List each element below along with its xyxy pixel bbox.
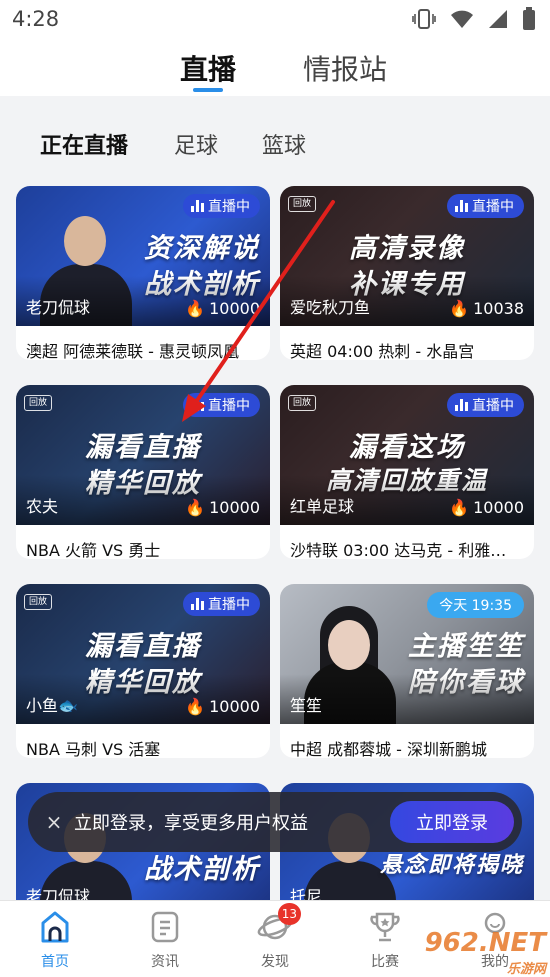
live-card[interactable]: 主播笙笙 陪你看球 今天 19:35 笙笙 中超 成都蓉城 - 深圳新鹏城 — [280, 584, 534, 758]
thumbnail-headline: 漏看直播 — [85, 432, 201, 463]
replay-tag: 回放 — [24, 395, 53, 411]
watermark-logo: 962.NET 乐游网 — [424, 928, 546, 977]
tab-live[interactable]: 直播 — [180, 48, 236, 88]
live-badge: 直播中 — [447, 393, 524, 417]
category-tabs: 正在直播 足球 篮球 — [0, 122, 550, 166]
thumbnail-headline: 高清录像 — [349, 233, 465, 264]
live-thumbnail: 漏看这场 高清回放重温 回放 直播中 红单足球 🔥10000 — [280, 385, 534, 525]
anchor-name: 红单足球 — [290, 497, 355, 516]
flame-icon: 🔥 — [449, 299, 470, 318]
signal-icon — [488, 9, 508, 29]
login-prompt-text: 立即登录，享受更多用户权益 — [74, 813, 308, 834]
category-tab-live-now[interactable]: 正在直播 — [40, 128, 128, 160]
live-list: 正在直播 足球 篮球 资深解说 战术剖析 直播中 老刀侃球 🔥10000 澳超 … — [0, 96, 550, 900]
vibrate-icon — [412, 8, 436, 30]
live-card[interactable]: 高清录像 补课专用 回放 直播中 爱吃秋刀鱼 🔥10038 英超 04:00 热… — [280, 186, 534, 360]
match-title: 英超 04:00 热刺 - 水晶宫 — [290, 342, 475, 360]
live-bars-icon — [455, 399, 468, 411]
flame-icon: 🔥 — [449, 498, 470, 517]
anchor-name: 爱吃秋刀鱼 — [290, 298, 371, 317]
anchor-name: 小鱼🐟 — [26, 696, 78, 715]
tab-intel-station[interactable]: 情报站 — [303, 48, 387, 88]
flame-icon: 🔥 — [185, 299, 206, 318]
view-count: 🔥 10000 — [185, 299, 260, 318]
match-title: 澳超 阿德莱德联 - 惠灵顿凤凰 — [26, 342, 240, 360]
view-count: 🔥 10000 — [449, 498, 524, 517]
replay-tag: 回放 — [288, 395, 317, 411]
nav-label: 资讯 — [151, 954, 179, 970]
live-badge: 直播中 — [183, 194, 260, 218]
match-title: 沙特联 03:00 达马克 - 利雅… — [290, 541, 507, 559]
home-icon — [37, 909, 73, 945]
anchor-name: 笙笙 — [290, 696, 323, 715]
category-tab-basketball[interactable]: 篮球 — [262, 128, 306, 160]
replay-tag: 回放 — [288, 196, 317, 212]
thumbnail-subheadline: 战术剖析 — [144, 854, 260, 885]
flame-icon: 🔥 — [185, 498, 206, 517]
top-tab-bar: 直播 情报站 — [0, 38, 550, 96]
close-icon[interactable]: × — [34, 810, 74, 834]
status-time: 4:28 — [12, 7, 60, 31]
live-card[interactable]: 资深解说 战术剖析 直播中 老刀侃球 🔥10000 澳超 阿德莱德联 - 惠灵顿… — [16, 186, 270, 360]
anchor-name: 老刀侃球 — [26, 887, 91, 900]
live-thumbnail: 漏看直播 精华回放 回放 直播中 小鱼🐟 🔥10000 — [16, 584, 270, 724]
live-thumbnail: 高清录像 补课专用 回放 直播中 爱吃秋刀鱼 🔥10038 — [280, 186, 534, 326]
thumbnail-headline: 漏看直播 — [85, 631, 201, 662]
match-title: 中超 成都蓉城 - 深圳新鹏城 — [290, 740, 488, 758]
nav-label: 发现 — [261, 954, 289, 970]
nav-label: 首页 — [41, 954, 69, 970]
live-card[interactable]: 漏看直播 精华回放 回放 直播中 农夫 🔥10000 NBA 火箭 VS 勇士 — [16, 385, 270, 559]
live-thumbnail: 主播笙笙 陪你看球 今天 19:35 笙笙 — [280, 584, 534, 724]
thumbnail-headline: 漏看这场 — [349, 432, 465, 463]
schedule-badge: 今天 19:35 — [427, 592, 524, 618]
trophy-icon — [367, 909, 403, 945]
live-card[interactable]: 漏看直播 精华回放 回放 直播中 小鱼🐟 🔥10000 NBA 马刺 VS 活塞 — [16, 584, 270, 758]
view-count: 🔥 10000 — [185, 498, 260, 517]
view-count: 🔥 10000 — [185, 697, 260, 716]
battery-icon — [522, 7, 536, 31]
nav-item-home[interactable]: 首页 — [15, 909, 95, 973]
nav-label: 比赛 — [371, 954, 399, 970]
nav-item-discover[interactable]: 13 发现 — [235, 903, 315, 973]
live-badge: 直播中 — [447, 194, 524, 218]
live-bars-icon — [191, 598, 204, 610]
category-tab-football[interactable]: 足球 — [174, 128, 218, 160]
login-prompt-banner: × 立即登录，享受更多用户权益 立即登录 — [28, 792, 522, 852]
replay-tag: 回放 — [24, 594, 53, 610]
active-tab-indicator — [193, 88, 223, 92]
live-thumbnail: 资深解说 战术剖析 直播中 老刀侃球 🔥10000 — [16, 186, 270, 326]
nav-item-news[interactable]: 资讯 — [125, 909, 205, 973]
live-badge: 直播中 — [183, 592, 260, 616]
news-icon — [147, 909, 183, 945]
status-bar: 4:28 — [0, 0, 550, 38]
live-bars-icon — [455, 200, 468, 212]
thumbnail-headline: 资深解说 — [144, 233, 260, 264]
view-count: 🔥 10038 — [449, 299, 524, 318]
nav-item-matches[interactable]: 比赛 — [345, 909, 425, 973]
login-button[interactable]: 立即登录 — [390, 801, 514, 843]
live-bars-icon — [191, 399, 204, 411]
wifi-icon — [450, 9, 474, 29]
match-title: NBA 火箭 VS 勇士 — [26, 541, 161, 559]
anchor-name: 农夫 — [26, 497, 59, 516]
live-card[interactable]: 漏看这场 高清回放重温 回放 直播中 红单足球 🔥10000 沙特联 03:00… — [280, 385, 534, 559]
thumbnail-headline: 主播笙笙 — [408, 631, 524, 662]
flame-icon: 🔥 — [185, 697, 206, 716]
anchor-name: 托尼 — [290, 887, 323, 900]
live-bars-icon — [191, 200, 204, 212]
live-badge: 直播中 — [183, 393, 260, 417]
match-title: NBA 马刺 VS 活塞 — [26, 740, 161, 758]
discover-planet-icon: 13 — [257, 903, 301, 945]
notification-badge: 13 — [277, 903, 301, 925]
anchor-name: 老刀侃球 — [26, 298, 91, 317]
live-thumbnail: 漏看直播 精华回放 回放 直播中 农夫 🔥10000 — [16, 385, 270, 525]
